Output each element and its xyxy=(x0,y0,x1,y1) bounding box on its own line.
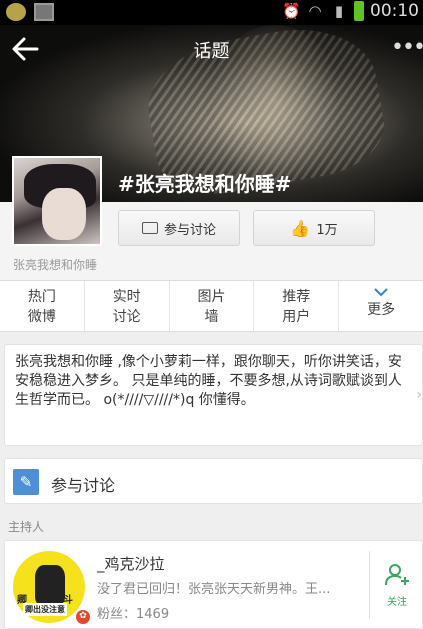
status-bar: ⏰ ◠ ▮ 00:10 xyxy=(0,0,423,25)
tab-label-line1: 实时 xyxy=(112,289,141,305)
compose-icon: ✎ xyxy=(13,469,39,495)
host-section-label: 主持人 xyxy=(8,520,45,534)
tab-recommended-users[interactable]: 推荐 用户 xyxy=(254,281,340,331)
host-fans-count: 粉丝：1469 xyxy=(97,607,170,622)
topic-tabs: 热门 微博 实时 讨论 图片 墙 推荐 用户 更多 xyxy=(0,280,423,332)
tab-label-line2: 墙 xyxy=(204,309,219,325)
gallery-notification-icon xyxy=(34,3,54,21)
tab-label-line2: 讨论 xyxy=(112,309,141,325)
tab-label-line1: 推荐 xyxy=(282,289,311,305)
participate-row[interactable]: ✎ 参与讨论 xyxy=(4,458,423,504)
tab-label-line1: 热门 xyxy=(27,289,56,305)
page-title: 话题 xyxy=(193,41,230,62)
more-dots-icon: ••• xyxy=(391,35,423,60)
host-username[interactable]: _鸡克沙拉 xyxy=(97,553,165,574)
top-nav-bar: 话题 ••• xyxy=(0,25,423,73)
thumbs-up-icon: 👍 xyxy=(290,218,311,238)
tab-realtime-discussion[interactable]: 实时 讨论 xyxy=(85,281,170,331)
host-card[interactable]: 卿 斗 卿出没注意 ✿ _鸡克沙拉 没了君已回归！张亮张天天新男神。王... 粉… xyxy=(4,540,423,629)
host-avatar-figure xyxy=(35,565,65,605)
divider xyxy=(369,551,370,619)
tab-more[interactable]: 更多 xyxy=(339,281,423,331)
follow-label: 关注 xyxy=(387,597,407,608)
wifi-icon: ◠ xyxy=(308,2,322,20)
tab-label-line2: 更多 xyxy=(367,302,396,318)
tab-label-line2: 用户 xyxy=(282,309,311,325)
like-count: 1万 xyxy=(316,222,338,238)
comment-icon xyxy=(141,222,158,234)
tab-photo-wall[interactable]: 图片 墙 xyxy=(170,281,255,331)
host-avatar-text-bottom: 卿出没注意 xyxy=(23,603,67,616)
notification-app-icon xyxy=(6,3,26,21)
chevron-down-svg xyxy=(374,288,388,297)
chevron-down-icon xyxy=(339,287,423,300)
topic-description-card[interactable]: 张亮我想和你睡 ,像个小萝莉一样，跟你聊天，听你讲笑话，安安稳稳进入梦乡。 只是… xyxy=(4,344,423,446)
follow-button[interactable]: 关注 xyxy=(375,563,419,609)
avatar-face xyxy=(42,188,86,240)
alarm-icon: ⏰ xyxy=(282,2,301,20)
topic-description: 张亮我想和你睡 ,像个小萝莉一样，跟你聊天，听你讲笑话，安安稳稳进入梦乡。 只是… xyxy=(15,354,402,408)
more-options-button[interactable]: ••• xyxy=(391,35,423,63)
signal-icon: ▮ xyxy=(334,2,344,20)
status-time: 00:10 xyxy=(370,1,419,21)
like-button[interactable]: 👍 1万 xyxy=(253,210,375,246)
topic-title: #张亮我想和你睡# xyxy=(118,172,292,196)
chevron-right-icon: › xyxy=(416,387,422,403)
tab-hot-weibo[interactable]: 热门 微博 xyxy=(0,281,85,331)
verified-badge-icon: ✿ xyxy=(75,609,91,625)
join-discussion-label: 参与讨论 xyxy=(163,222,216,238)
add-user-icon xyxy=(375,563,419,593)
topic-host-name[interactable]: 张亮我想和你睡 xyxy=(13,256,97,273)
participate-label: 参与讨论 xyxy=(51,476,116,495)
tab-label-line1: 图片 xyxy=(197,289,226,305)
join-discussion-button[interactable]: 参与讨论 xyxy=(118,210,240,246)
host-latest-status: 没了君已回归！张亮张天天新男神。王... xyxy=(97,582,331,597)
topic-avatar[interactable] xyxy=(12,156,102,246)
add-user-svg xyxy=(385,564,409,586)
host-avatar[interactable]: 卿 斗 卿出没注意 xyxy=(13,551,85,623)
tab-label-line2: 微博 xyxy=(27,309,56,325)
battery-icon xyxy=(354,1,364,21)
